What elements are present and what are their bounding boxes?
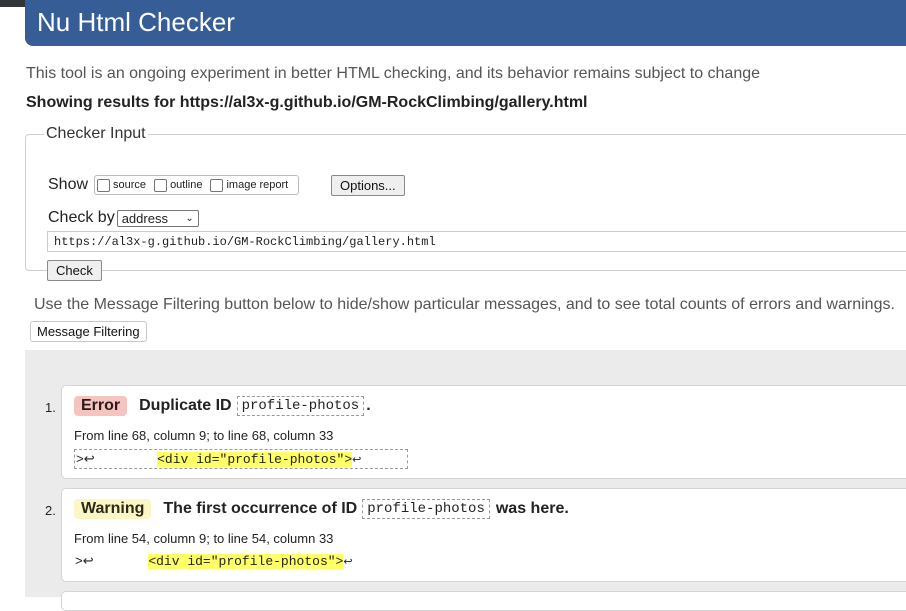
- message-code: profile-photos: [236, 396, 365, 416]
- check-by-value: address: [121, 210, 168, 226]
- message-extract: >↩ <div id="profile-photos">↩: [74, 552, 353, 572]
- outline-checkbox-box[interactable]: [154, 178, 168, 192]
- outline-checkbox-label: outline: [170, 179, 203, 191]
- message-heading: Error Duplicate ID profile-photos .: [74, 396, 371, 416]
- message-number: 2.: [45, 503, 56, 518]
- filter-description: Use the Message Filtering button below t…: [34, 296, 895, 313]
- message-location: From line 68, column 9; to line 68, colu…: [74, 428, 334, 443]
- message-item-partial: [61, 591, 906, 611]
- page-title: Nu Html Checker: [37, 7, 235, 37]
- checker-input-legend: Checker Input: [46, 125, 146, 142]
- image-report-checkbox[interactable]: image report: [210, 178, 289, 192]
- message-number: 1.: [45, 400, 56, 415]
- check-by-row: Check by address ⌄: [48, 209, 199, 227]
- results-for-heading: Showing results for https://al3x-g.githu…: [26, 94, 588, 111]
- outline-checkbox[interactable]: outline: [154, 178, 203, 192]
- options-button[interactable]: Options...: [331, 175, 405, 196]
- source-checkbox[interactable]: source: [97, 178, 147, 192]
- message-text: Duplicate ID: [139, 397, 232, 414]
- results-area: 1. Error Duplicate ID profile-photos . F…: [25, 350, 906, 611]
- return-icon: ↩: [343, 557, 353, 569]
- check-button[interactable]: Check: [47, 260, 102, 281]
- show-row: Show source outline image report: [48, 175, 300, 195]
- message-text: The first occurrence of ID: [163, 500, 358, 517]
- extract-prefix: >↩: [75, 554, 149, 569]
- warning-badge: Warning: [74, 499, 152, 519]
- error-badge: Error: [74, 396, 128, 416]
- message-filtering-button[interactable]: Message Filtering: [30, 321, 147, 342]
- message-item-warning: Warning The first occurrence of ID profi…: [61, 488, 906, 582]
- extract-highlight: <div id="profile-photos">: [157, 452, 353, 467]
- url-input[interactable]: https://al3x-g.github.io/GM-RockClimbing…: [47, 231, 906, 252]
- message-extract: >↩ <div id="profile-photos">↩: [74, 449, 408, 469]
- chevron-down-icon: ⌄: [185, 212, 194, 224]
- show-options-group: source outline image report: [94, 175, 300, 195]
- source-checkbox-box[interactable]: [97, 178, 111, 192]
- message-location: From line 54, column 9; to line 54, colu…: [74, 531, 334, 546]
- message-item-error: Error Duplicate ID profile-photos . From…: [61, 385, 906, 479]
- image-report-checkbox-box[interactable]: [210, 178, 224, 192]
- return-icon: ↩: [352, 455, 362, 467]
- extract-highlight: <div id="profile-photos">: [148, 554, 344, 569]
- check-by-select[interactable]: address ⌄: [116, 209, 199, 227]
- message-code: profile-photos: [362, 499, 490, 519]
- show-label: Show: [48, 176, 89, 193]
- check-by-label: Check by: [48, 209, 115, 226]
- image-report-checkbox-label: image report: [226, 179, 289, 191]
- checker-input-fieldset: Checker Input Show source outline image …: [25, 125, 906, 281]
- extract-prefix: >↩: [76, 452, 158, 467]
- source-checkbox-label: source: [113, 179, 147, 191]
- message-text-after: was here.: [495, 500, 569, 517]
- message-text-after: .: [366, 397, 371, 414]
- intro-text: This tool is an ongoing experiment in be…: [26, 65, 761, 82]
- page-header: Nu Html Checker: [25, 0, 906, 46]
- message-heading: Warning The first occurrence of ID profi…: [74, 499, 569, 519]
